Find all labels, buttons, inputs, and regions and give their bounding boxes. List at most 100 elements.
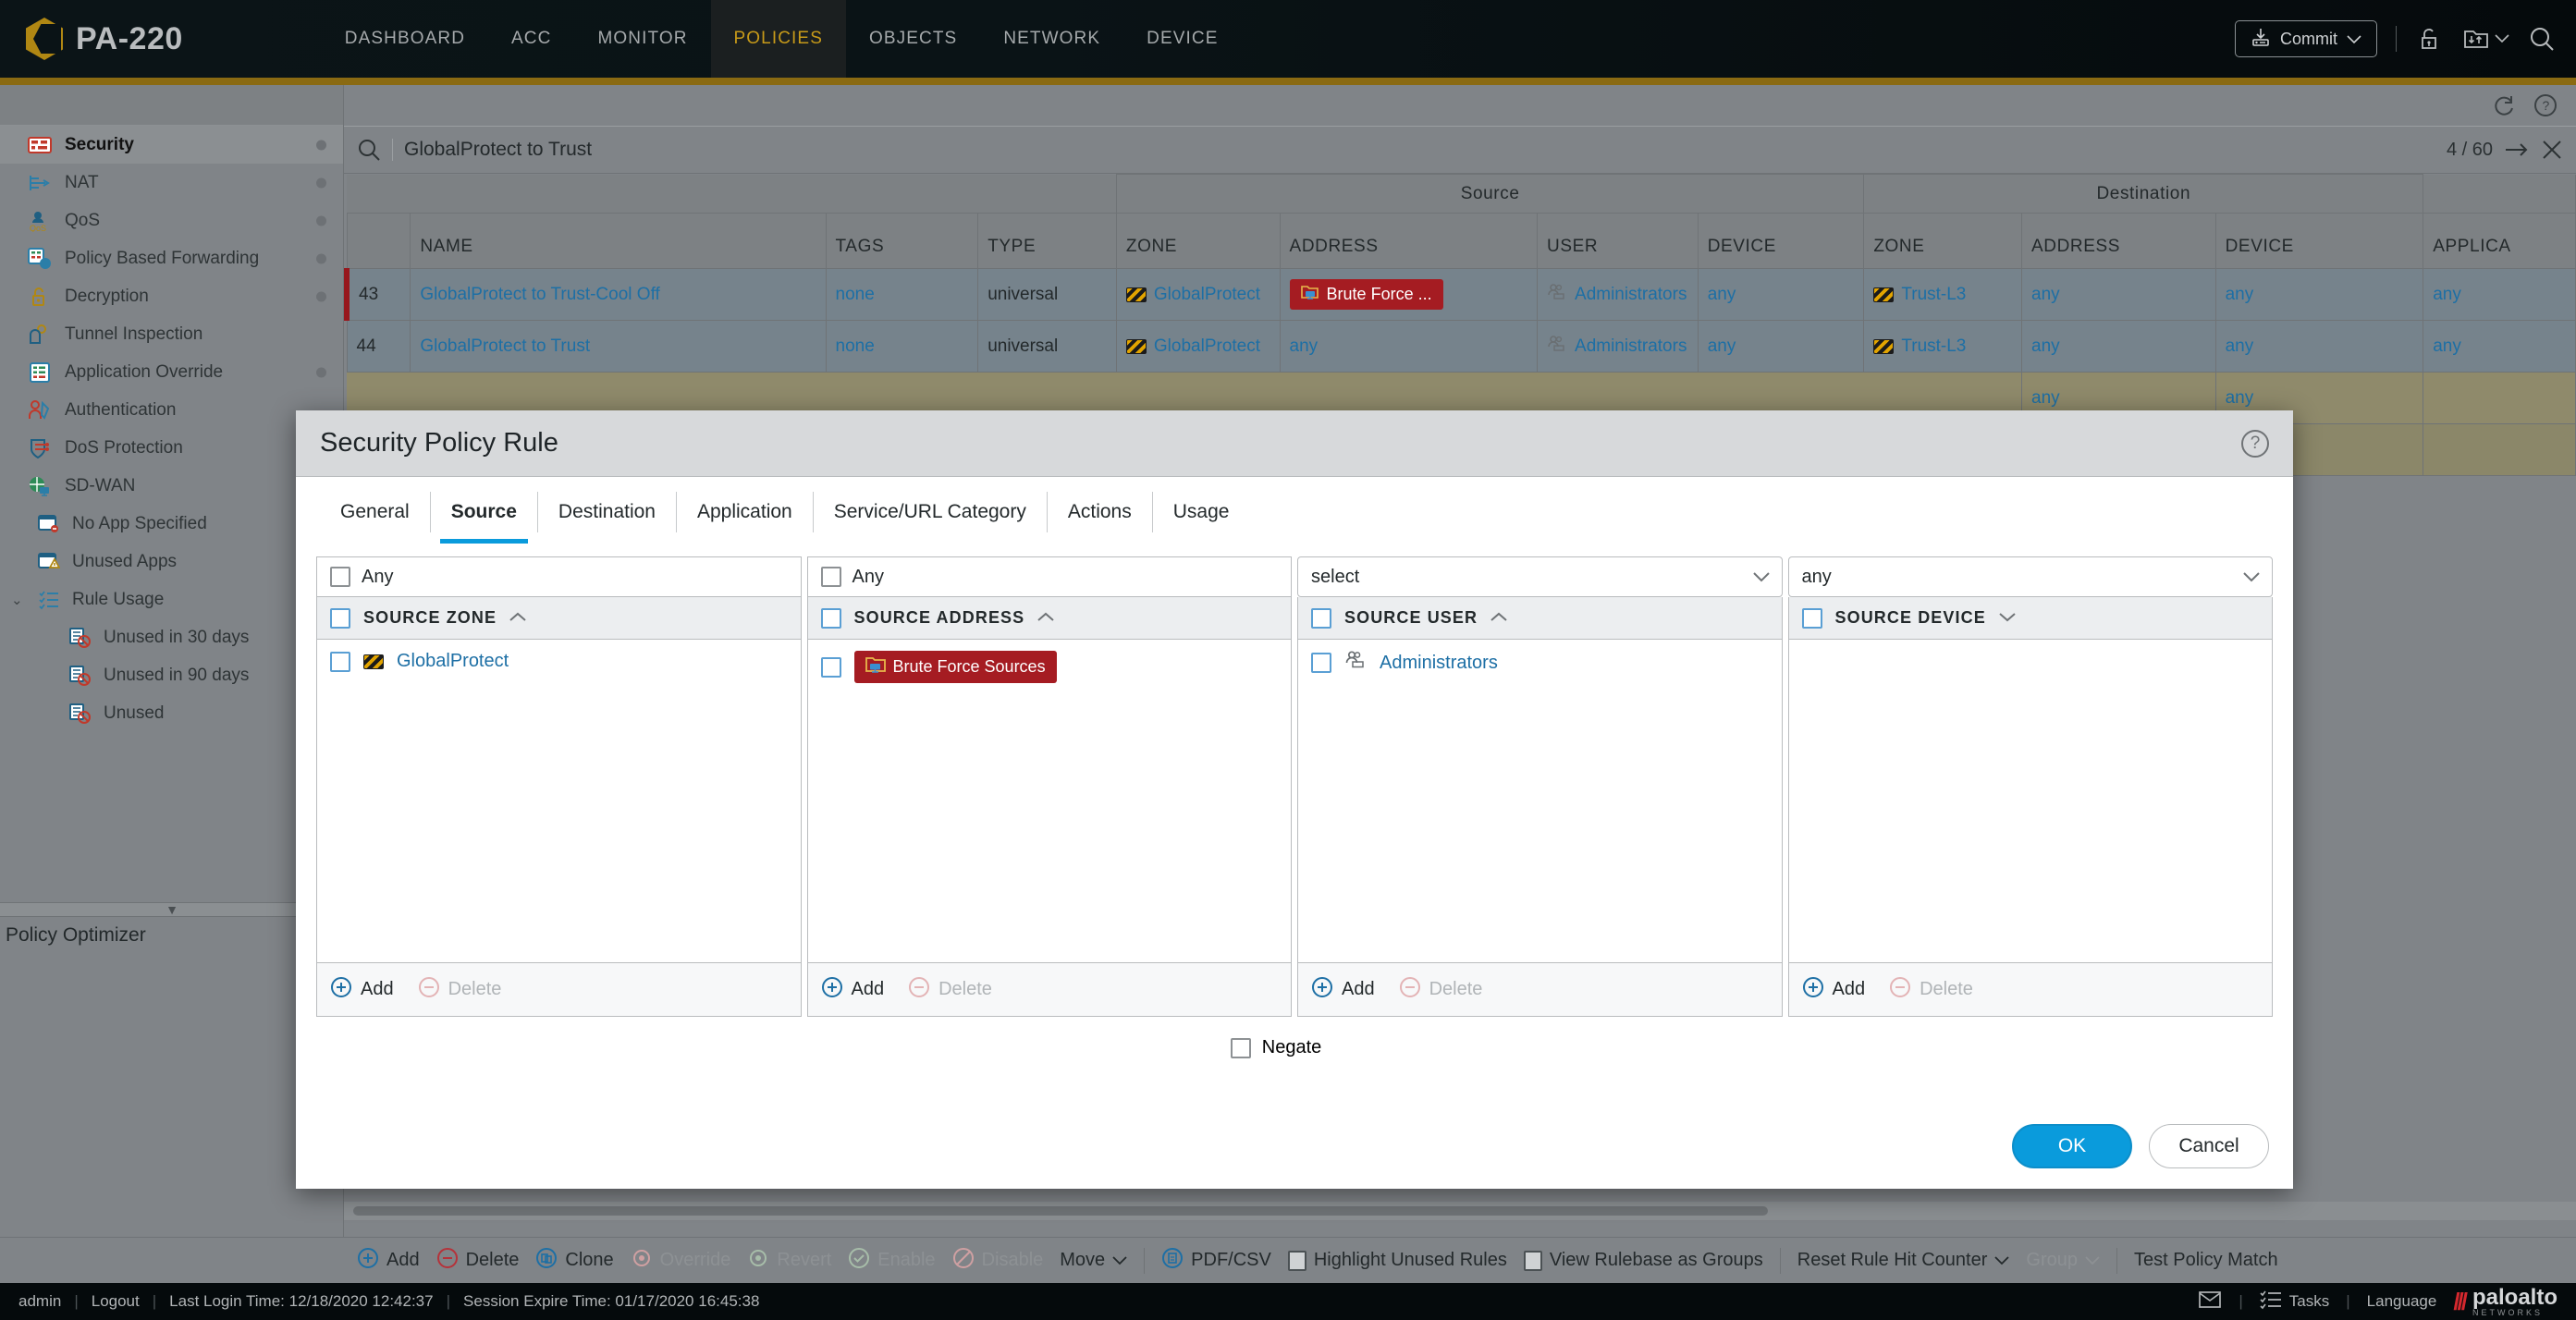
col-header-name[interactable]: NAME bbox=[410, 213, 827, 269]
chevron-up-icon[interactable] bbox=[1490, 610, 1507, 626]
col-header-application[interactable]: APPLICA bbox=[2423, 213, 2576, 269]
negate-row[interactable]: Negate bbox=[296, 1037, 2293, 1058]
add-rule-button[interactable]: Add bbox=[357, 1247, 420, 1275]
list-item[interactable]: Administrators bbox=[1298, 643, 1782, 682]
highlight-unused-rules-toggle[interactable]: Highlight Unused Rules bbox=[1287, 1250, 1507, 1271]
source-address-add-button[interactable]: Add bbox=[821, 976, 884, 1004]
help-icon[interactable]: ? bbox=[2533, 93, 2558, 117]
ok-button[interactable]: OK bbox=[2012, 1124, 2132, 1168]
source-address-select-all-checkbox[interactable] bbox=[820, 607, 841, 629]
source-device-select-all-checkbox[interactable] bbox=[1801, 607, 1822, 629]
row-name[interactable]: GlobalProtect to Trust-Cool Off bbox=[410, 268, 827, 321]
policy-optimizer-item-unused-90-days[interactable]: Unused in 90 days bbox=[0, 656, 343, 694]
policy-optimizer-item-unused-apps[interactable]: Unused Apps bbox=[0, 543, 343, 581]
list-item[interactable]: GlobalProtect bbox=[317, 643, 801, 679]
policy-optimizer-item-unused[interactable]: Unused bbox=[0, 694, 343, 732]
col-header-tags[interactable]: TAGS bbox=[825, 213, 979, 269]
table-row[interactable]: 44 GlobalProtect to Trust none universal… bbox=[346, 320, 2576, 373]
row-checkbox[interactable] bbox=[330, 651, 350, 672]
chevron-up-icon[interactable] bbox=[509, 610, 526, 626]
source-device-select[interactable]: any bbox=[1787, 556, 2273, 597]
nav-tab-acc[interactable]: ACC bbox=[488, 0, 574, 78]
messages-icon[interactable] bbox=[2198, 1289, 2222, 1314]
search-icon[interactable] bbox=[2528, 25, 2556, 53]
col-header-source-user[interactable]: USER bbox=[1537, 213, 1699, 269]
sidebar-item-security[interactable]: Security bbox=[0, 126, 343, 164]
nav-tab-network[interactable]: NETWORK bbox=[980, 0, 1123, 78]
help-icon[interactable]: ? bbox=[2241, 429, 2269, 458]
tab-destination[interactable]: Destination bbox=[538, 492, 677, 532]
sidebar-item-qos[interactable]: QoS QoS bbox=[0, 202, 343, 239]
sidebar-item-authentication[interactable]: Authentication bbox=[0, 391, 343, 429]
col-header-dest-address[interactable]: ADDRESS bbox=[2021, 213, 2216, 269]
source-address-any-row[interactable]: Any bbox=[806, 556, 1292, 597]
table-row[interactable]: 43 GlobalProtect to Trust-Cool Off none … bbox=[344, 268, 2576, 321]
policy-optimizer-item-rule-usage[interactable]: ⌄ Rule Usage bbox=[0, 581, 343, 618]
tab-usage[interactable]: Usage bbox=[1153, 492, 1250, 532]
tab-general[interactable]: General bbox=[320, 492, 431, 532]
test-policy-match-button[interactable]: Test Policy Match bbox=[2134, 1250, 2278, 1271]
reset-rule-hit-counter-button[interactable]: Reset Rule Hit Counter bbox=[1797, 1250, 2010, 1271]
tab-source[interactable]: Source bbox=[431, 492, 538, 544]
sidebar-item-tunnel-inspection[interactable]: Tunnel Inspection bbox=[0, 315, 343, 353]
col-header-source-address[interactable]: ADDRESS bbox=[1279, 213, 1539, 269]
commit-button[interactable]: Commit bbox=[2235, 20, 2377, 57]
source-device-add-button[interactable]: Add bbox=[1802, 976, 1865, 1004]
sidebar-item-nat[interactable]: NAT bbox=[0, 164, 343, 202]
delete-rule-button[interactable]: Delete bbox=[436, 1247, 519, 1275]
policy-optimizer-item-no-app-specified[interactable]: No App Specified bbox=[0, 505, 343, 543]
horizontal-scrollbar[interactable] bbox=[344, 1202, 2576, 1220]
col-header-type[interactable]: TYPE bbox=[977, 213, 1117, 269]
logout-link[interactable]: Logout bbox=[92, 1292, 140, 1311]
sidebar-item-sd-wan[interactable]: SD-WAN bbox=[0, 467, 343, 505]
tasks-button[interactable]: Tasks bbox=[2260, 1289, 2329, 1314]
nav-tab-policies[interactable]: POLICIES bbox=[710, 0, 846, 78]
source-zone-add-button[interactable]: Add bbox=[330, 976, 394, 1004]
sidebar-item-policy-based-forwarding[interactable]: Policy Based Forwarding bbox=[0, 239, 343, 277]
source-user-select[interactable]: select bbox=[1297, 556, 1783, 597]
sidebar-item-decryption[interactable]: Decryption bbox=[0, 277, 343, 315]
list-item[interactable]: Brute Force Sources bbox=[808, 643, 1292, 691]
checkbox-icon[interactable] bbox=[1523, 1250, 1542, 1271]
checkbox-icon[interactable] bbox=[1287, 1250, 1306, 1271]
negate-checkbox[interactable] bbox=[1230, 1037, 1251, 1058]
nav-tab-monitor[interactable]: MONITOR bbox=[574, 0, 710, 78]
lock-icon[interactable] bbox=[2415, 25, 2443, 53]
source-user-add-button[interactable]: Add bbox=[1311, 976, 1375, 1004]
clone-rule-button[interactable]: Clone bbox=[535, 1247, 614, 1275]
tab-application[interactable]: Application bbox=[677, 492, 814, 532]
chevron-down-icon[interactable] bbox=[1999, 610, 2016, 626]
pdf-csv-button[interactable]: PDF/CSV bbox=[1161, 1247, 1271, 1275]
config-transfer-icon[interactable] bbox=[2461, 26, 2509, 52]
row-checkbox[interactable] bbox=[1311, 653, 1331, 673]
nav-tab-device[interactable]: DEVICE bbox=[1123, 0, 1241, 78]
source-address-any-checkbox[interactable] bbox=[820, 567, 841, 587]
source-zone-any-checkbox[interactable] bbox=[330, 567, 350, 587]
cancel-button[interactable]: Cancel bbox=[2149, 1124, 2269, 1168]
policy-optimizer-item-unused-30-days[interactable]: Unused in 30 days bbox=[0, 618, 343, 656]
col-header-source-zone[interactable]: ZONE bbox=[1115, 213, 1281, 269]
nav-tab-objects[interactable]: OBJECTS bbox=[846, 0, 980, 78]
policy-optimizer-resize-handle[interactable]: ▼ bbox=[0, 902, 344, 917]
tab-actions[interactable]: Actions bbox=[1048, 492, 1153, 532]
refresh-icon[interactable] bbox=[2491, 93, 2515, 117]
tab-service-url-category[interactable]: Service/URL Category bbox=[814, 492, 1048, 532]
row-checkbox[interactable] bbox=[820, 656, 841, 678]
close-icon[interactable] bbox=[2541, 139, 2563, 161]
sidebar-item-application-override[interactable]: Application Override bbox=[0, 353, 343, 391]
source-user-value[interactable]: Administrators bbox=[1380, 653, 1498, 674]
col-header-source-device[interactable]: DEVICE bbox=[1697, 213, 1865, 269]
scrollbar-thumb[interactable] bbox=[353, 1206, 1768, 1216]
language-button[interactable]: Language bbox=[2367, 1292, 2437, 1311]
search-input[interactable] bbox=[392, 139, 2435, 161]
col-header-dest-zone[interactable]: ZONE bbox=[1863, 213, 2023, 269]
source-zone-value[interactable]: GlobalProtect bbox=[397, 651, 509, 672]
next-match-icon[interactable] bbox=[2504, 140, 2530, 160]
chevron-up-icon[interactable] bbox=[1037, 610, 1054, 626]
row-name[interactable]: GlobalProtect to Trust bbox=[410, 320, 827, 373]
view-rulebase-as-groups-toggle[interactable]: View Rulebase as Groups bbox=[1523, 1250, 1763, 1271]
sidebar-item-dos-protection[interactable]: DoS Protection bbox=[0, 429, 343, 467]
col-header-dest-device[interactable]: DEVICE bbox=[2214, 213, 2424, 269]
address-group-badge[interactable]: Brute Force Sources bbox=[853, 651, 1057, 683]
source-user-select-all-checkbox[interactable] bbox=[1311, 607, 1331, 629]
